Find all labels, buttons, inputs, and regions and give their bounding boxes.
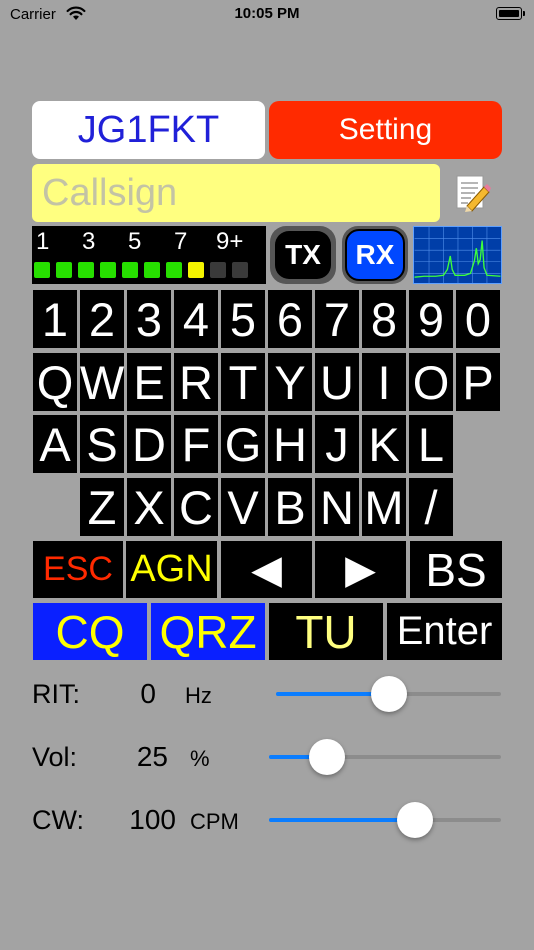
s-meter-led — [210, 262, 226, 278]
key-s[interactable]: S — [80, 415, 124, 473]
key-1[interactable]: 1 — [33, 290, 77, 348]
key-d[interactable]: D — [127, 415, 171, 473]
cw-speed-value: 100 — [129, 804, 176, 835]
key-w[interactable]: W — [80, 353, 124, 411]
s-meter-scale-label: 9+ — [216, 228, 244, 255]
s-meter-scale-label: 3 — [82, 228, 96, 255]
cw-label: CW: — [32, 805, 84, 835]
s-meter-led — [144, 262, 160, 278]
cw-speed-slider-fill — [269, 818, 416, 822]
volume-unit: % — [190, 746, 210, 771]
rx-label: RX — [345, 229, 405, 281]
key-j[interactable]: J — [315, 415, 359, 473]
rit-value: 0 — [140, 678, 156, 709]
key-e[interactable]: E — [127, 353, 171, 411]
rx-button[interactable]: RX — [342, 226, 408, 284]
volume-label: Vol: — [32, 742, 78, 772]
volume-slider-thumb[interactable] — [309, 739, 345, 775]
tx-label: TX — [275, 231, 331, 279]
status-bar: Carrier 10:05 PM — [0, 0, 534, 30]
key-y[interactable]: Y — [268, 353, 312, 411]
key-5[interactable]: 5 — [221, 290, 265, 348]
s-meter-led — [34, 262, 50, 278]
key-p[interactable]: P — [456, 353, 500, 411]
cw-speed-unit: CPM — [190, 809, 239, 834]
key-3[interactable]: 3 — [127, 290, 171, 348]
my-callsign-button[interactable]: JG1FKT — [32, 101, 265, 159]
volume-value: 25 — [136, 741, 168, 772]
key-c[interactable]: C — [174, 478, 218, 536]
s-meter-leds — [34, 262, 248, 278]
key-t[interactable]: T — [221, 353, 265, 411]
key-0[interactable]: 0 — [456, 290, 500, 348]
key-u[interactable]: U — [315, 353, 359, 411]
backspace-key[interactable]: BS — [410, 541, 502, 598]
tu-key[interactable]: TU — [269, 603, 383, 660]
key-v[interactable]: V — [221, 478, 265, 536]
s-meter-led — [56, 262, 72, 278]
key-n[interactable]: N — [315, 478, 359, 536]
memo-pencil-icon[interactable] — [453, 172, 491, 212]
key-a[interactable]: A — [33, 415, 77, 473]
key-m[interactable]: M — [362, 478, 406, 536]
setting-button[interactable]: Setting — [269, 101, 502, 159]
s-meter-scale-label: 1 — [36, 228, 50, 255]
agn-key[interactable]: AGN — [126, 541, 217, 598]
battery-icon — [496, 7, 525, 20]
tx-button[interactable]: TX — [270, 226, 336, 284]
cq-key[interactable]: CQ — [33, 603, 147, 660]
rit-unit: Hz — [185, 683, 212, 708]
esc-key[interactable]: ESC — [33, 541, 123, 598]
rit-label: RIT: — [32, 679, 81, 709]
key-x[interactable]: X — [127, 478, 171, 536]
key-g[interactable]: G — [221, 415, 265, 473]
s-meter-led — [78, 262, 94, 278]
s-meter-led — [232, 262, 248, 278]
key-9[interactable]: 9 — [409, 290, 453, 348]
key-k[interactable]: K — [362, 415, 406, 473]
key-r[interactable]: R — [174, 353, 218, 411]
enter-key[interactable]: Enter — [387, 603, 502, 660]
key-z[interactable]: Z — [80, 478, 124, 536]
key-2[interactable]: 2 — [80, 290, 124, 348]
s-meter-led — [166, 262, 182, 278]
key-q[interactable]: Q — [33, 353, 77, 411]
s-meter-led — [100, 262, 116, 278]
key-7[interactable]: 7 — [315, 290, 359, 348]
qrz-key[interactable]: QRZ — [151, 603, 265, 660]
s-meter-led — [122, 262, 138, 278]
s-meter: 1 3 5 7 9+ — [32, 226, 266, 284]
cw-speed-slider-track[interactable] — [269, 818, 501, 822]
cw-speed-slider-thumb[interactable] — [397, 802, 434, 838]
key-h[interactable]: H — [268, 415, 312, 473]
cursor-left-key[interactable]: ◀ — [221, 541, 312, 598]
key-slash[interactable]: / — [409, 478, 453, 536]
cursor-right-key[interactable]: ▶ — [315, 541, 406, 598]
rit-slider-thumb[interactable] — [370, 676, 407, 712]
callsign-input[interactable] — [32, 164, 440, 222]
key-6[interactable]: 6 — [268, 290, 312, 348]
status-time: 10:05 PM — [234, 5, 300, 22]
key-4[interactable]: 4 — [174, 290, 218, 348]
key-f[interactable]: F — [174, 415, 218, 473]
s-meter-led — [188, 262, 204, 278]
key-i[interactable]: I — [362, 353, 406, 411]
key-b[interactable]: B — [268, 478, 312, 536]
spectrum-scope-icon[interactable] — [413, 226, 502, 284]
key-l[interactable]: L — [409, 415, 453, 473]
s-meter-scale-label: 7 — [174, 228, 188, 255]
key-8[interactable]: 8 — [362, 290, 406, 348]
volume-slider-track[interactable] — [269, 755, 501, 759]
s-meter-scale-label: 5 — [128, 228, 142, 255]
key-o[interactable]: O — [409, 353, 453, 411]
